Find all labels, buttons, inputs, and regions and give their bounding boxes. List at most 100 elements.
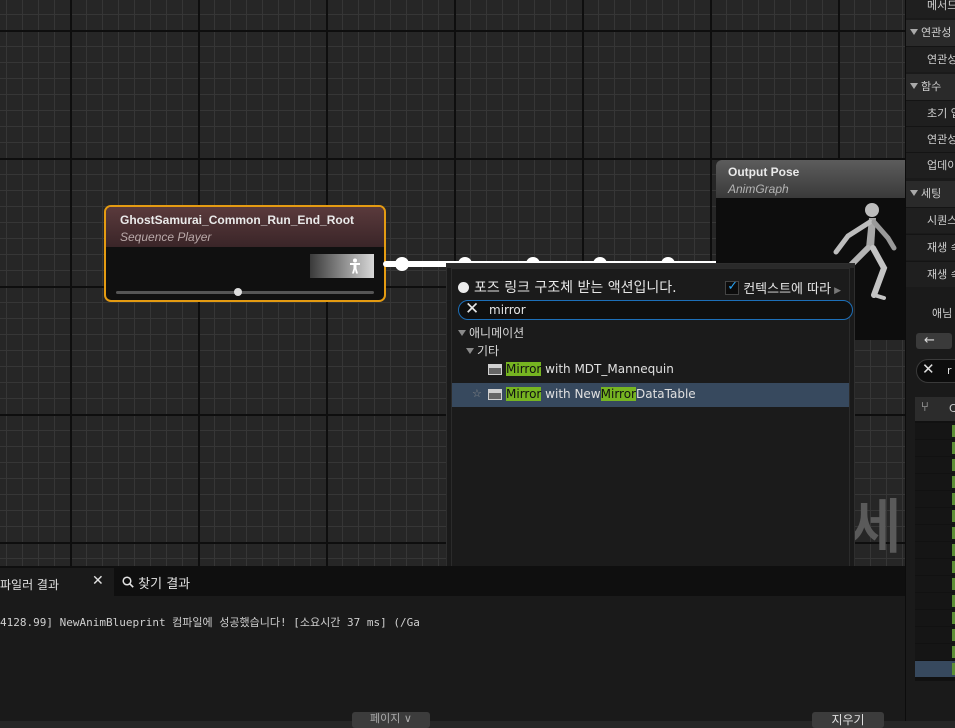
wire-bead: [395, 257, 409, 271]
page-button[interactable]: 페이지 ∨: [352, 712, 430, 728]
details-row-label: 시퀀스: [927, 214, 955, 227]
chevron-right-icon[interactable]: ▶: [834, 286, 841, 296]
expand-arrow-icon: [458, 330, 466, 336]
category-animation[interactable]: 애니메이션: [458, 324, 524, 341]
list-item[interactable]: [915, 610, 955, 626]
node-subtitle: AnimGraph: [728, 182, 789, 196]
details-row[interactable]: 업데이: [906, 152, 955, 178]
action-item[interactable]: Mirror with MDT_Mannequin: [452, 358, 849, 382]
details-section[interactable]: 연관성: [906, 20, 955, 46]
details-row-label: 연관성: [927, 133, 955, 146]
context-label: 컨텍스트에 따라: [743, 282, 832, 297]
details-section-label: 연관성: [921, 26, 952, 39]
label-text: DataTable: [635, 387, 696, 401]
details-list: ⑂ C: [915, 397, 955, 681]
tab-find-results[interactable]: 찾기 결과: [122, 573, 190, 592]
list-item[interactable]: [915, 525, 955, 541]
details-section-label: 세팅: [921, 187, 942, 200]
expand-arrow-icon: [466, 348, 474, 354]
match-highlight: Mirror: [600, 387, 636, 401]
details-row-label: 업데이: [927, 159, 955, 172]
action-search-box[interactable]: ✕: [458, 299, 853, 320]
details-section-label: 함수: [921, 80, 942, 93]
details-row[interactable]: 재생 속: [906, 234, 955, 260]
list-item[interactable]: [915, 457, 955, 473]
details-section[interactable]: 함수: [906, 74, 955, 100]
list-item[interactable]: [915, 576, 955, 592]
menu-header-text: 포즈 링크 구조체 받는 액션입니다.: [474, 280, 677, 296]
match-highlight: Mirror: [506, 387, 542, 401]
list-item[interactable]: [915, 423, 955, 439]
node-header: GhostSamurai_Common_Run_End_Root Sequenc…: [106, 207, 384, 247]
list-item[interactable]: [915, 508, 955, 524]
context-sensitive-toggle[interactable]: ✓ 컨텍스트에 따라 ▶: [725, 278, 841, 297]
list-item[interactable]: [915, 474, 955, 490]
favorite-star-icon[interactable]: ☆: [472, 387, 482, 400]
action-item-selected[interactable]: ☆ Mirror with NewMirrorDataTable: [452, 383, 849, 407]
list-item[interactable]: [915, 627, 955, 643]
details-section[interactable]: 세팅: [906, 181, 955, 207]
details-row[interactable]: 재생 속: [906, 261, 955, 287]
expand-arrow-icon: [910, 29, 918, 35]
node-header: Output Pose AnimGraph: [716, 160, 905, 198]
details-row[interactable]: 시퀀스: [906, 207, 955, 233]
details-search-value[interactable]: r: [947, 364, 952, 377]
details-row[interactable]: 초기 업: [906, 100, 955, 126]
list-item[interactable]: [915, 440, 955, 456]
details-row-label: 연관성: [927, 53, 955, 66]
back-arrow-icon[interactable]: ←: [916, 333, 952, 349]
tab-label: 파일러 결과: [0, 578, 60, 592]
details-row-label: 재생 속: [927, 268, 955, 281]
node-icon: [488, 389, 502, 400]
details-row[interactable]: 연관성: [906, 126, 955, 152]
list-item[interactable]: [915, 593, 955, 609]
compiler-results-panel: 파일러 결과 ✕ 찾기 결과 4128.99] NewAnimBlueprint…: [0, 566, 905, 728]
pose-dot-icon: [458, 282, 469, 293]
details-row-label: 초기 업: [927, 107, 955, 120]
node-subtitle: Sequence Player: [120, 230, 212, 244]
close-icon[interactable]: ✕: [92, 573, 104, 589]
action-item-label: Mirror with MDT_Mannequin: [506, 362, 674, 376]
branch-icon: ⑂: [921, 400, 929, 415]
label-text: with New: [541, 387, 601, 401]
clear-search-icon[interactable]: ✕: [922, 360, 935, 378]
list-item[interactable]: [915, 644, 955, 660]
details-row-label: 재생 속: [927, 241, 955, 254]
list-item-selected[interactable]: [915, 661, 955, 677]
details-search-box[interactable]: ✕ r: [916, 359, 955, 383]
slider-knob[interactable]: [234, 288, 242, 296]
clear-search-icon[interactable]: ✕: [465, 299, 479, 319]
expand-arrow-icon: [910, 190, 918, 196]
watermark: 세: [848, 493, 902, 561]
sequence-player-node[interactable]: GhostSamurai_Common_Run_End_Root Sequenc…: [104, 205, 386, 302]
output-pose-pin[interactable]: [310, 254, 374, 278]
playback-slider[interactable]: [116, 288, 374, 296]
label-text: with MDT_Mannequin: [541, 362, 674, 376]
match-highlight: Mirror: [506, 362, 542, 376]
node-title: Output Pose: [728, 165, 800, 179]
action-search-input[interactable]: [489, 303, 789, 317]
panel-tab-bar: 파일러 결과 ✕ 찾기 결과: [0, 566, 905, 596]
category-misc[interactable]: 기타: [466, 342, 499, 359]
details-panel: 메서드 연관성 연관성 함수 초기 업 연관성 업데이 세팅 시퀀스 재생 속 …: [905, 0, 955, 721]
action-item-label: Mirror with NewMirrorDataTable: [506, 387, 696, 401]
category-label: 기타: [477, 344, 500, 358]
details-row[interactable]: 연관성: [906, 46, 955, 72]
tab-compiler-results[interactable]: 파일러 결과 ✕: [0, 568, 114, 596]
list-item[interactable]: [915, 559, 955, 575]
list-header: ⑂ C: [915, 397, 955, 421]
tab-anim[interactable]: 애님: [906, 300, 955, 328]
category-label: 애니메이션: [469, 326, 525, 340]
node-icon: [488, 364, 502, 375]
details-row[interactable]: 메서드: [906, 0, 955, 18]
search-icon: [122, 576, 138, 592]
list-item[interactable]: [915, 542, 955, 558]
clear-button[interactable]: 지우기: [812, 712, 884, 728]
list-item[interactable]: [915, 491, 955, 507]
node-title: GhostSamurai_Common_Run_End_Root: [120, 213, 355, 227]
details-row-label: 메서드: [927, 0, 955, 12]
context-checkbox[interactable]: ✓: [725, 279, 740, 295]
pose-figure-icon: [348, 258, 362, 277]
expand-arrow-icon: [910, 83, 918, 89]
log-line: 4128.99] NewAnimBlueprint 컴파일에 성공했습니다! […: [0, 616, 420, 629]
